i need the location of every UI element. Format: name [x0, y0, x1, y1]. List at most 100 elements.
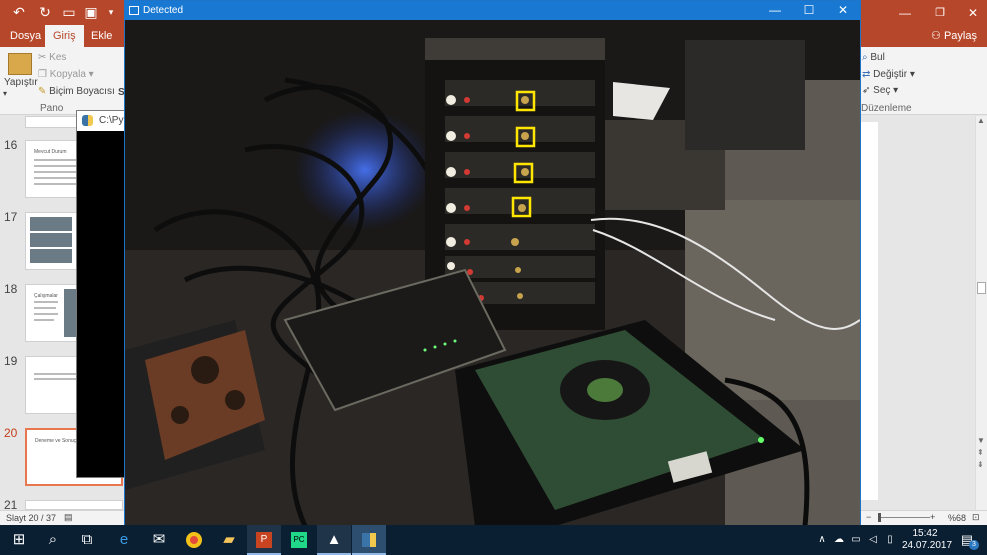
- tab-insert[interactable]: Ekle: [83, 25, 120, 47]
- mail-icon[interactable]: ✉: [142, 525, 176, 555]
- slide-counter: Slayt 20 / 37: [6, 513, 57, 523]
- clock-time: 15:42: [912, 528, 938, 539]
- slide-number-active: 20: [4, 426, 18, 440]
- save-icon[interactable]: ▣: [82, 3, 100, 21]
- chrome-icon[interactable]: [177, 525, 211, 555]
- share-button[interactable]: ⚇ Paylaş: [931, 27, 977, 45]
- person-icon: ⚇: [931, 30, 944, 42]
- format-painter-label: Biçim Boyacısı: [49, 86, 115, 97]
- detected-window[interactable]: Detected — ☐ ✕: [124, 0, 861, 527]
- maximize-button[interactable]: ☐: [792, 1, 826, 20]
- slide-thumb-title: Çalışmalar: [34, 293, 58, 299]
- console-titlebar[interactable]: C:\Pyth: [77, 111, 127, 131]
- blue-led-glow: [295, 110, 435, 230]
- undo-icon[interactable]: ↶: [10, 3, 28, 21]
- detected-title: Detected: [143, 5, 184, 16]
- text-line: [34, 307, 56, 309]
- search-icon[interactable]: ⌕: [36, 525, 70, 555]
- replace-button[interactable]: ⇄ Değiştir ▾: [862, 69, 915, 80]
- slide-number: 17: [4, 210, 18, 224]
- select-label: Seç: [873, 85, 891, 96]
- text-line: [34, 301, 58, 303]
- spellcheck-icon[interactable]: ▤: [64, 512, 73, 523]
- slide-thumb-title: Mevcut Durum: [34, 149, 67, 155]
- taskbar: ⊞ ⌕ ⧉ e ✉ ▰ P PC ▲ ∧ ☁ ▭ ◁ ▯ 15:42 24.07…: [0, 525, 987, 555]
- presentation-icon[interactable]: ▭: [60, 3, 78, 21]
- fit-slide-icon[interactable]: ⊡: [972, 512, 980, 523]
- python-taskbar-icon[interactable]: [352, 525, 386, 555]
- copy-button[interactable]: ❐ Kopyala ▾: [38, 69, 94, 80]
- scroll-thumb[interactable]: [977, 282, 986, 294]
- cut-button[interactable]: ✂ Kes: [38, 52, 66, 63]
- format-painter-button[interactable]: ✎ Biçim Boyacısı: [38, 86, 115, 97]
- zoom-level[interactable]: %68: [948, 513, 966, 523]
- clock-date: 24.07.2017: [902, 540, 953, 551]
- replace-icon: ⇄: [862, 69, 874, 80]
- close-icon[interactable]: ✕: [960, 4, 986, 20]
- python-console-window[interactable]: C:\Pyth: [76, 110, 128, 478]
- copy-label: Kopyala: [49, 69, 86, 80]
- zoom-out-button[interactable]: −: [866, 512, 871, 522]
- edge-icon[interactable]: e: [107, 525, 141, 555]
- onedrive-icon[interactable]: ☁: [832, 525, 846, 555]
- task-view-icon[interactable]: ⧉: [70, 525, 104, 555]
- detected-titlebar[interactable]: Detected — ☐ ✕: [125, 1, 860, 20]
- zoom-slider-thumb[interactable]: [878, 513, 881, 522]
- minimize-button[interactable]: —: [758, 1, 792, 20]
- slide-number: 19: [4, 354, 18, 368]
- tab-file[interactable]: Dosya: [2, 25, 49, 47]
- text-line: [34, 319, 54, 321]
- file-explorer-icon[interactable]: ▰: [212, 525, 246, 555]
- cut-label: Kes: [49, 52, 67, 63]
- tray-overflow-icon[interactable]: ∧: [815, 525, 829, 555]
- volume-icon[interactable]: ◁: [866, 525, 880, 555]
- carpet-mid: [685, 200, 860, 400]
- slide-thumb-21[interactable]: [25, 500, 123, 510]
- scissors-icon: ✂: [38, 52, 50, 63]
- copy-icon: ❐: [38, 69, 50, 80]
- prev-slide-icon[interactable]: ⇞: [977, 448, 984, 457]
- window-icon: [129, 6, 139, 15]
- tab-home[interactable]: Giriş: [45, 25, 84, 47]
- network-icon[interactable]: ▭: [849, 525, 863, 555]
- fan-hub: [587, 378, 623, 402]
- redo-icon[interactable]: ↻: [36, 3, 54, 21]
- select-button[interactable]: ➶ Seç ▾: [862, 85, 898, 96]
- paste-dropdown-icon[interactable]: ▾: [3, 89, 7, 98]
- scroll-down-icon[interactable]: ▼: [977, 436, 985, 445]
- replace-label: Değiştir: [873, 69, 908, 80]
- select-icon: ➶: [862, 85, 874, 96]
- next-slide-icon[interactable]: ⇟: [977, 460, 984, 469]
- find-button[interactable]: ⌕ Bul: [862, 52, 885, 63]
- photos-icon[interactable]: ▲: [317, 525, 351, 555]
- close-button[interactable]: ✕: [826, 1, 860, 20]
- pycharm-icon[interactable]: PC: [282, 525, 316, 555]
- slide-number: 18: [4, 282, 18, 296]
- vertical-scrollbar[interactable]: ▲ ▼ ⇞ ⇟: [975, 116, 987, 510]
- paste-button[interactable]: Yapıştır: [4, 77, 38, 88]
- slide-thumb-title: Deneme ve Sonuç: [35, 438, 77, 444]
- editing-group-label: Düzenleme: [861, 103, 912, 114]
- zoom-slider[interactable]: [878, 517, 930, 518]
- scroll-up-icon[interactable]: ▲: [977, 116, 985, 125]
- clipboard-group-label: Pano: [40, 103, 64, 114]
- clipboard-icon[interactable]: [8, 53, 32, 75]
- start-button[interactable]: ⊞: [2, 525, 36, 555]
- current-slide-edge[interactable]: [860, 122, 878, 500]
- battery-icon[interactable]: ▯: [883, 525, 897, 555]
- slide-editor-area: [860, 116, 987, 510]
- restore-icon[interactable]: ❐: [925, 4, 955, 20]
- background-device: [685, 40, 805, 150]
- clock[interactable]: 15:42 24.07.2017: [902, 525, 953, 555]
- text-line: [34, 313, 58, 315]
- console-title: C:\Pyth: [99, 115, 127, 126]
- minimize-icon[interactable]: —: [890, 4, 920, 20]
- share-label: Paylaş: [943, 30, 977, 42]
- notification-badge: 3: [969, 540, 979, 550]
- zoom-in-button[interactable]: +: [930, 512, 935, 522]
- thumb-image: [30, 249, 72, 263]
- customize-qat-icon[interactable]: ▾: [102, 3, 120, 21]
- powerpoint-taskbar-icon[interactable]: P: [247, 525, 281, 555]
- camera-frame: [125, 20, 860, 526]
- power-led: [758, 437, 764, 443]
